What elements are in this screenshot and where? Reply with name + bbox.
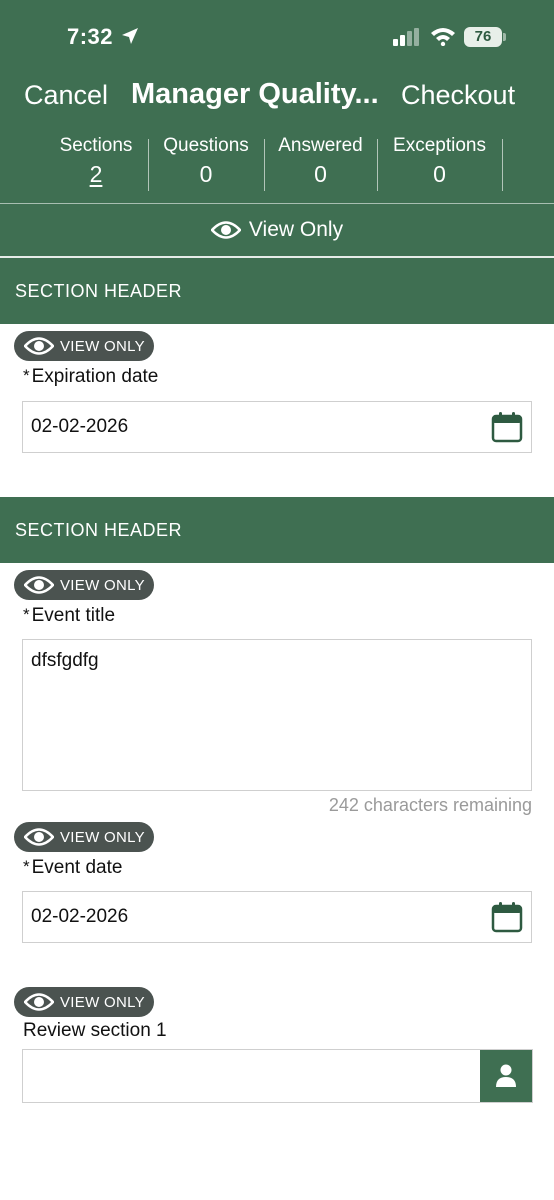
stats-row: Sections 2 Questions 0 Answered 0 Except…	[44, 135, 510, 193]
label-text: Expiration date	[31, 366, 159, 387]
review-section-user-field[interactable]	[22, 1049, 533, 1103]
battery-level: 76	[474, 28, 492, 45]
calendar-icon[interactable]	[491, 901, 523, 933]
date-value: 02-02-2026	[31, 416, 129, 437]
view-only-banner: View Only	[0, 204, 554, 256]
stat-exceptions: Exceptions 0	[377, 135, 502, 193]
eye-icon	[24, 576, 54, 594]
location-arrow-icon	[122, 28, 138, 44]
view-only-label: View Only	[248, 218, 344, 241]
stat-value: 0	[433, 161, 446, 187]
checkout-button[interactable]: Checkout	[401, 80, 515, 111]
stat-label: Sections	[59, 135, 133, 156]
label-text: Event date	[31, 857, 123, 878]
field-label-event-date: * Event date	[23, 857, 122, 879]
view-only-badge: VIEW ONLY	[14, 570, 154, 600]
stat-label: Questions	[163, 135, 249, 156]
calendar-icon[interactable]	[491, 411, 523, 443]
wifi-icon	[431, 28, 455, 46]
user-picker-button[interactable]	[480, 1050, 532, 1102]
stat-value: 0	[199, 161, 213, 187]
event-title-textarea[interactable]: dfsfgdfg	[22, 639, 532, 791]
status-time: 7:32	[67, 24, 114, 49]
field-label-expiration-date: * Expiration date	[23, 366, 158, 388]
view-only-badge: VIEW ONLY	[14, 822, 154, 852]
section-header: SECTION HEADER	[0, 497, 554, 563]
field-label-review-section-1: Review section 1	[23, 1020, 167, 1041]
eye-icon	[24, 337, 54, 355]
stat-value: 2	[89, 161, 103, 187]
date-value: 02-02-2026	[31, 906, 129, 927]
badge-label: VIEW ONLY	[60, 576, 145, 594]
stat-label: Answered	[278, 135, 363, 156]
required-marker: *	[23, 366, 30, 385]
battery-icon: 76	[464, 27, 506, 47]
cancel-button[interactable]: Cancel	[24, 80, 108, 111]
badge-label: VIEW ONLY	[60, 993, 145, 1011]
section-header: SECTION HEADER	[0, 258, 554, 324]
event-date-field[interactable]: 02-02-2026	[22, 891, 532, 943]
status-bar: 7:32 76	[0, 0, 554, 76]
label-text: Event title	[31, 605, 116, 626]
badge-label: VIEW ONLY	[60, 337, 145, 355]
stat-value: 0	[314, 161, 327, 187]
field-label-event-title: * Event title	[23, 605, 115, 627]
stat-answered: Answered 0	[264, 135, 377, 193]
view-only-badge: VIEW ONLY	[14, 331, 154, 361]
expiration-date-field[interactable]: 02-02-2026	[22, 401, 532, 453]
stat-label: Exceptions	[393, 135, 486, 156]
user-icon	[496, 1064, 516, 1087]
badge-label: VIEW ONLY	[60, 828, 145, 846]
divider	[502, 139, 503, 191]
eye-icon	[24, 993, 54, 1011]
eye-icon	[24, 828, 54, 846]
eye-icon	[210, 221, 241, 239]
required-marker: *	[23, 857, 30, 876]
textarea-value: dfsfgdfg	[31, 650, 99, 671]
stat-sections[interactable]: Sections 2	[44, 135, 148, 193]
required-marker: *	[23, 605, 30, 624]
header: 7:32 76 Cancel Manager Quality... Checko…	[0, 0, 554, 257]
characters-remaining: 242 characters remaining	[328, 795, 532, 815]
page-title: Manager Quality...	[131, 78, 379, 110]
signal-icon	[393, 28, 419, 46]
view-only-badge: VIEW ONLY	[14, 987, 154, 1017]
stat-questions: Questions 0	[148, 135, 264, 193]
